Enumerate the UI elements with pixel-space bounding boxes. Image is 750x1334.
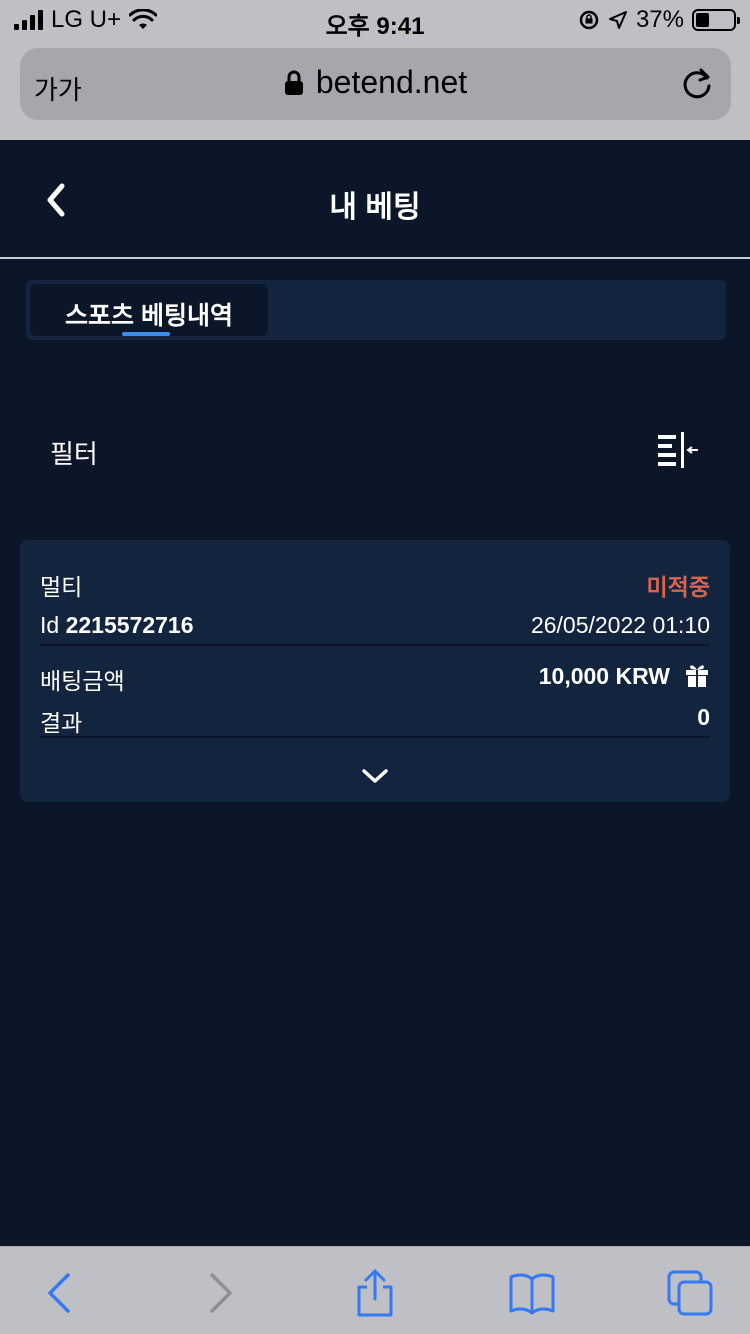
filter-collapse-icon[interactable] [656, 432, 700, 468]
url-display[interactable]: betend.net [20, 64, 731, 101]
tabs-icon[interactable] [666, 1269, 714, 1317]
book-icon[interactable] [508, 1269, 556, 1317]
battery-icon [692, 9, 740, 31]
browser-address-area: 가가 betend.net [0, 40, 750, 140]
bet-id: 2215572716 [65, 612, 194, 638]
tab-bar: 스포츠 베팅내역 [26, 280, 726, 340]
bet-id-prefix: Id [40, 612, 60, 638]
bet-amount: 10,000 KRW [538, 663, 670, 689]
bet-amount-field: 10,000 KRW [539, 662, 710, 690]
status-bar: LG U+ 오후 9:41 37% [0, 0, 750, 40]
bet-result: 0 [697, 704, 710, 730]
url-text: betend.net [315, 64, 468, 100]
bet-id-field: Id 2215572716 [40, 612, 194, 639]
bet-type: 멀티 [40, 574, 83, 600]
tab-active-indicator [122, 332, 170, 336]
gift-icon [686, 665, 708, 687]
rotation-lock-icon [579, 10, 599, 30]
bet-card: 멀티 미적중 Id 2215572716 26/05/2022 01:10 배팅… [20, 540, 730, 802]
bet-amount-label: 배팅금액 [40, 668, 125, 694]
bet-result-label: 결과 [40, 710, 83, 736]
location-icon [608, 11, 627, 29]
status-right: 37% [578, 6, 740, 34]
browser-forward-icon[interactable] [196, 1269, 244, 1317]
browser-back-icon[interactable] [36, 1269, 84, 1317]
address-bar[interactable]: 가가 betend.net [20, 48, 731, 120]
bet-status-badge: 미적중 [646, 574, 710, 600]
share-icon[interactable] [351, 1269, 399, 1317]
filter-label[interactable]: 필터 [50, 434, 98, 471]
browser-toolbar [0, 1246, 750, 1334]
reload-icon[interactable] [679, 66, 715, 102]
tab-sports-bet-history[interactable]: 스포츠 베팅내역 [30, 284, 268, 336]
battery-percent: 37% [635, 6, 684, 33]
divider [40, 736, 710, 738]
tab-label: 스포츠 베팅내역 [65, 302, 233, 330]
page-title: 내 베팅 [329, 191, 421, 224]
app-header: 내 베팅 [0, 140, 750, 259]
divider [40, 644, 710, 646]
chevron-down-icon[interactable] [360, 766, 390, 786]
lock-icon [284, 70, 303, 95]
bet-datetime: 26/05/2022 01:10 [530, 612, 710, 638]
